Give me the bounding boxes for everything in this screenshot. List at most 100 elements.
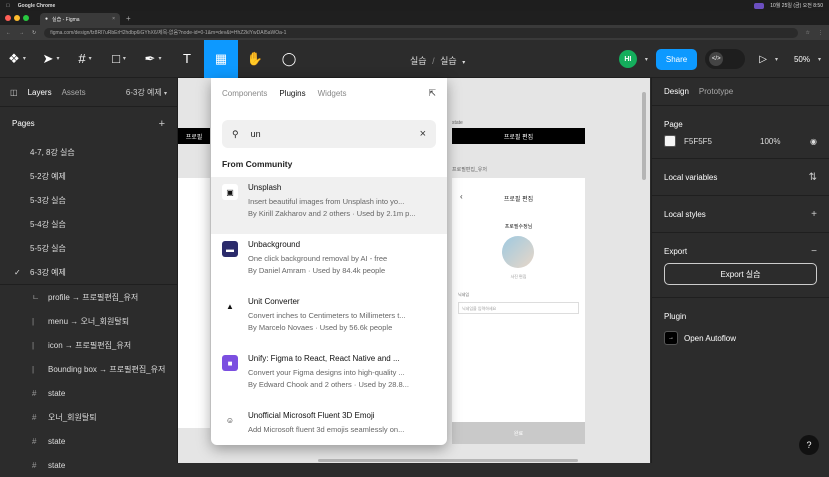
project-name[interactable]: 실습 bbox=[410, 56, 427, 66]
bookmark-icon[interactable]: ☆ bbox=[806, 30, 810, 36]
main-menu-button[interactable]: ❖ ▾ bbox=[0, 40, 34, 78]
close-window-icon[interactable] bbox=[5, 15, 11, 21]
browser-tab[interactable]: ● 실습 - Figma × bbox=[40, 13, 120, 25]
page-item[interactable]: 5-5강 실습 bbox=[0, 236, 177, 260]
tab-plugins[interactable]: Plugins bbox=[279, 89, 305, 98]
chevron-down-icon: ▾ bbox=[163, 90, 167, 97]
variables-icon[interactable]: ⇅ bbox=[809, 172, 817, 183]
plugin-title: Plugin bbox=[664, 311, 687, 321]
plugin-description: Insert beautiful images from Unsplash in… bbox=[248, 197, 405, 206]
address-input[interactable]: figma.com/design/fz8Rl7uRbErH2hdbp6iGYhX… bbox=[44, 27, 798, 38]
page-color-hex[interactable]: F5F5F5 bbox=[684, 137, 712, 146]
forward-icon[interactable]: → bbox=[19, 30, 24, 36]
move-tool-button[interactable]: ➤ ▾ bbox=[34, 40, 68, 78]
layer-row[interactable]: # state bbox=[0, 453, 177, 477]
page-item-selected[interactable]: ✓ 6-3강 예제 bbox=[0, 260, 177, 284]
pen-tool-button[interactable]: ✒ ▾ bbox=[136, 40, 170, 78]
layer-row[interactable]: # state bbox=[0, 429, 177, 453]
add-style-icon[interactable]: + bbox=[811, 209, 817, 220]
tab-prototype[interactable]: Prototype bbox=[699, 87, 733, 96]
plugin-item[interactable]: ■ Unify: Figma to React, React Native and… bbox=[211, 348, 447, 405]
tab-design[interactable]: Design bbox=[664, 87, 689, 96]
page-color-opacity[interactable]: 100% bbox=[760, 137, 780, 146]
tab-assets[interactable]: Assets bbox=[62, 88, 86, 97]
chevron-down-icon[interactable]: ▾ bbox=[775, 56, 778, 63]
export-button[interactable]: Export 실습 bbox=[664, 263, 817, 285]
page-item[interactable]: 4-7, 8강 실습 bbox=[0, 140, 177, 164]
local-variables-label[interactable]: Local variables bbox=[664, 173, 717, 182]
page-item[interactable]: 5-4강 실습 bbox=[0, 212, 177, 236]
comment-icon: ◯ bbox=[281, 50, 297, 66]
file-name[interactable]: 실습 bbox=[440, 56, 457, 66]
frame-left-partial[interactable] bbox=[178, 178, 210, 428]
frame-tool-button[interactable]: # ▾ bbox=[68, 40, 102, 78]
plugin-search-input[interactable]: ⚲ un × bbox=[222, 120, 436, 148]
resources-tool-button[interactable]: ▦ bbox=[204, 39, 238, 78]
frame-label-profile-edit[interactable]: 프로필편집_유저 bbox=[452, 166, 487, 173]
frame-label-state[interactable]: state bbox=[452, 120, 463, 126]
layer-row[interactable]: # state bbox=[0, 381, 177, 405]
minimize-window-icon[interactable] bbox=[14, 15, 20, 21]
remove-export-icon[interactable]: − bbox=[811, 246, 817, 257]
menu-dots-icon[interactable]: ⋮ bbox=[818, 30, 823, 36]
local-variables-section: Local variables ⇅ bbox=[652, 159, 829, 196]
zoom-level[interactable]: 50% bbox=[794, 55, 810, 64]
clear-search-icon[interactable]: × bbox=[420, 128, 426, 140]
frame-icon: # bbox=[32, 388, 37, 398]
color-swatch[interactable] bbox=[664, 135, 676, 147]
frame-header-left[interactable]: 프로필 bbox=[178, 128, 210, 144]
shape-tool-button[interactable]: □ ▾ bbox=[102, 40, 136, 78]
resources-tabs: Components Plugins Widgets ⇱ bbox=[211, 78, 447, 108]
reload-icon[interactable]: ↻ bbox=[32, 30, 36, 36]
layer-row[interactable]: ㄴ profile → 프로필편집_유저 bbox=[0, 285, 177, 309]
help-button[interactable]: ? bbox=[799, 435, 819, 455]
open-external-icon[interactable]: ⇱ bbox=[428, 88, 436, 99]
share-button[interactable]: Share bbox=[655, 48, 698, 70]
canvas-vertical-scrollbar[interactable] bbox=[642, 92, 646, 180]
tab-components[interactable]: Components bbox=[222, 89, 267, 98]
plugin-item[interactable]: ▲ Unit Converter Convert inches to Centime… bbox=[211, 291, 447, 348]
apple-icon[interactable]:  bbox=[6, 3, 10, 9]
chevron-down-icon[interactable]: ▾ bbox=[462, 60, 465, 66]
frame-header-right[interactable]: 프로필 편집 bbox=[452, 128, 585, 144]
sidebar-toggle-icon[interactable]: ◫ bbox=[10, 88, 18, 97]
app-name[interactable]: Google Chrome bbox=[18, 3, 56, 9]
tab-widgets[interactable]: Widgets bbox=[318, 89, 347, 98]
new-tab-icon[interactable]: + bbox=[126, 14, 131, 23]
close-tab-icon[interactable]: × bbox=[112, 16, 115, 22]
hand-tool-button[interactable]: ✋ bbox=[238, 40, 272, 78]
avatar[interactable]: HI bbox=[618, 50, 637, 68]
file-title[interactable]: 실습 / 실습 ▾ bbox=[410, 54, 465, 67]
page-item[interactable]: 5-2강 예제 bbox=[0, 164, 177, 188]
text-tool-button[interactable]: T bbox=[170, 40, 204, 78]
plugin-item[interactable]: ☺ Unofficial Microsoft Fluent 3D Emoji Add… bbox=[211, 405, 447, 445]
plugin-row[interactable]: → Open Autoflow bbox=[664, 326, 817, 350]
search-value: un bbox=[250, 129, 261, 139]
chevron-down-icon[interactable]: ▾ bbox=[818, 56, 821, 63]
dev-mode-toggle[interactable]: </> bbox=[705, 49, 746, 69]
chevron-down-icon[interactable]: ▾ bbox=[645, 56, 648, 63]
layer-label: state bbox=[48, 436, 66, 446]
browser-urlbar: ← → ↻ figma.com/design/fz8Rl7uRbErH2hdbp… bbox=[0, 25, 829, 40]
page-item[interactable]: 5-3강 실습 bbox=[0, 188, 177, 212]
status-icon[interactable] bbox=[754, 2, 765, 9]
layer-row[interactable]: | icon → 프로필편집_유저 bbox=[0, 333, 177, 357]
page-color-row[interactable]: F5F5F5 100% ◉ bbox=[664, 130, 817, 152]
canvas-horizontal-scrollbar[interactable] bbox=[318, 459, 578, 462]
eye-icon[interactable]: ◉ bbox=[810, 137, 817, 146]
back-icon[interactable]: ← bbox=[6, 30, 11, 36]
plugin-item[interactable]: ▣ Unsplash Insert beautiful images from Un… bbox=[211, 177, 447, 234]
add-page-icon[interactable]: + bbox=[159, 118, 165, 130]
present-icon[interactable]: ▷ bbox=[759, 54, 767, 65]
comment-tool-button[interactable]: ◯ bbox=[272, 40, 306, 78]
plugin-item[interactable]: ▬ Unbackground One click background remova… bbox=[211, 234, 447, 291]
zoom-window-icon[interactable] bbox=[23, 15, 29, 21]
layer-row[interactable]: | menu → 오너_회원탈퇴 bbox=[0, 309, 177, 333]
layer-row[interactable]: # 오너_회원탈퇴 bbox=[0, 405, 177, 429]
frame-profile-edit[interactable]: 프로필 편집 ‹ 프로필수정님 사진 편집 닉네임 닉네임을 입력하세요 완료 bbox=[452, 178, 585, 444]
page-item-label: 5-5강 실습 bbox=[30, 243, 66, 253]
clock[interactable]: 10월 25일 (금) 오전 8:50 bbox=[770, 2, 823, 9]
tab-layers[interactable]: Layers bbox=[28, 88, 52, 97]
layer-row[interactable]: | Bounding box → 프로필편집_유저 bbox=[0, 357, 177, 381]
current-page-select[interactable]: 6-3강 예제 ▾ bbox=[126, 87, 167, 98]
